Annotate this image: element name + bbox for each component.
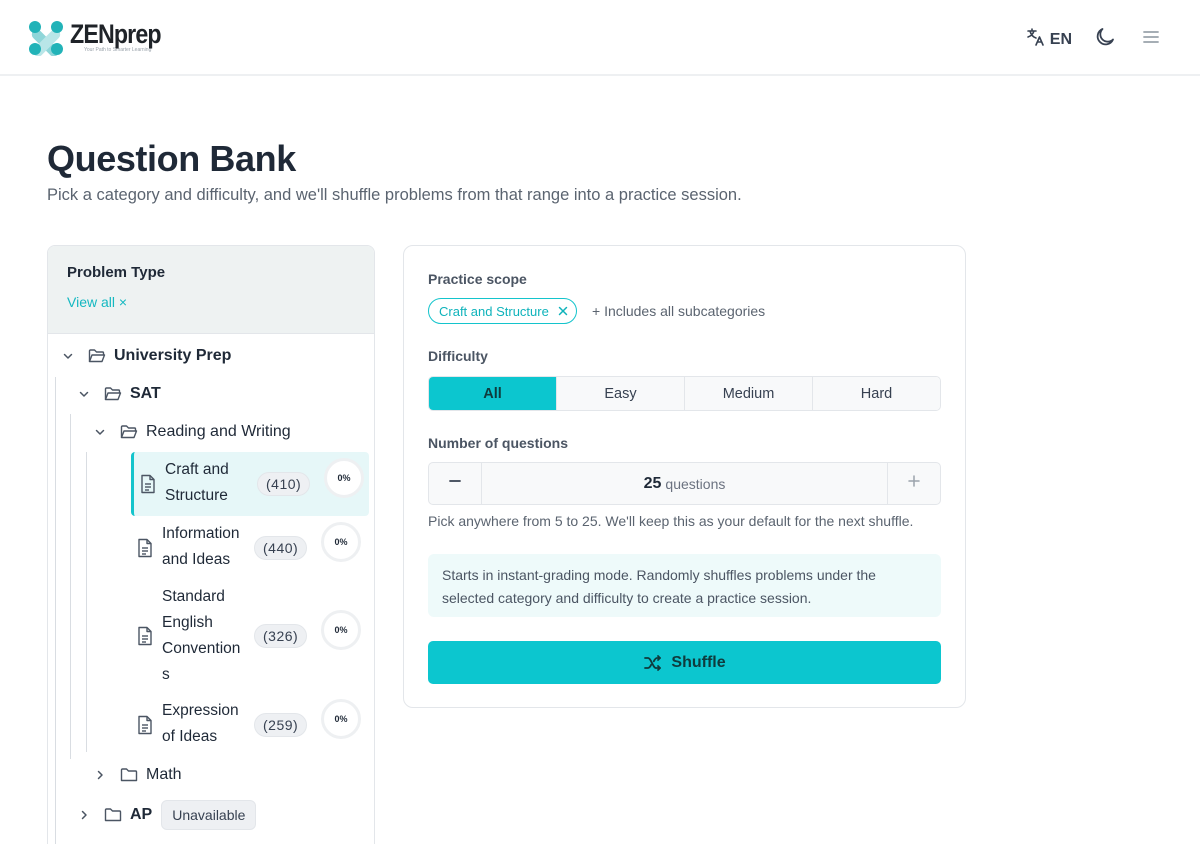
- close-icon[interactable]: [558, 306, 568, 316]
- scope-chip[interactable]: Craft and Structure: [428, 298, 577, 324]
- chevron-down-icon[interactable]: [76, 386, 92, 402]
- moon-icon: [1094, 26, 1116, 53]
- problem-type-sidebar: Problem Type View all × University Prep …: [47, 245, 375, 844]
- translate-icon: [1026, 27, 1050, 52]
- tree-node-math[interactable]: Math: [92, 766, 182, 784]
- tree-node-university-prep[interactable]: University Prep: [60, 347, 231, 365]
- practice-settings-card: Practice scope Craft and Structure + Inc…: [403, 245, 966, 708]
- question-count-hint: Pick anywhere from 5 to 25. We'll keep t…: [428, 513, 914, 529]
- tree-leaf-craft-and-structure[interactable]: Craft and Structure (410) 0%: [131, 452, 369, 516]
- theme-toggle-button[interactable]: [1094, 26, 1116, 53]
- page-title: Question Bank: [47, 138, 296, 179]
- document-icon: [137, 715, 153, 735]
- shuffle-icon: [643, 654, 663, 672]
- chevron-right-icon[interactable]: [92, 767, 108, 783]
- document-icon: [137, 626, 153, 646]
- question-count-value[interactable]: 25 questions: [482, 463, 887, 504]
- logo-wordmark: ZENprep: [70, 19, 162, 49]
- increment-button[interactable]: [887, 463, 940, 504]
- tree-label: Reading and Writing: [146, 423, 291, 440]
- shuffle-label: Shuffle: [671, 653, 726, 671]
- plus-icon: [907, 474, 921, 493]
- folder-open-icon: [88, 348, 106, 364]
- main-menu-button[interactable]: [1142, 28, 1160, 51]
- tree-leaf-information-and-ideas[interactable]: Information and Ideas (440) 0%: [131, 517, 369, 579]
- folder-open-icon: [104, 386, 122, 402]
- practice-scope-label: Practice scope: [428, 271, 527, 287]
- question-count-badge: (410): [257, 472, 311, 496]
- progress-ring: 0%: [321, 699, 361, 739]
- unavailable-badge: Unavailable: [161, 800, 257, 830]
- folder-icon: [120, 767, 138, 783]
- chevron-down-icon[interactable]: [60, 348, 76, 364]
- language-label: EN: [1049, 30, 1072, 48]
- leaf-label: Expression of Ideas: [162, 702, 239, 745]
- chevron-right-icon[interactable]: [76, 807, 92, 823]
- question-count-stepper: 25 questions: [428, 462, 941, 505]
- tree-guide-line: [55, 377, 56, 844]
- difficulty-option-easy[interactable]: Easy: [557, 377, 685, 410]
- question-count-unit: questions: [665, 475, 726, 492]
- folder-icon: [104, 807, 122, 823]
- sidebar-title: Problem Type: [67, 264, 166, 281]
- minus-icon: [448, 474, 462, 493]
- document-icon: [137, 538, 153, 558]
- folder-open-icon: [120, 424, 138, 440]
- tree-label: Math: [146, 766, 182, 783]
- leaf-label: Information and Ideas: [162, 525, 240, 568]
- hamburger-menu-icon: [1142, 28, 1160, 51]
- difficulty-option-all[interactable]: All: [429, 377, 557, 410]
- question-count-badge: (259): [254, 713, 308, 737]
- progress-ring: 0%: [321, 522, 361, 562]
- tree-guide-line: [70, 414, 71, 759]
- chevron-down-icon[interactable]: [92, 424, 108, 440]
- tree-leaf-standard-english-conventions[interactable]: Standard English Convention s (326) 0%: [131, 582, 369, 690]
- document-icon: [140, 474, 156, 494]
- difficulty-option-medium[interactable]: Medium: [685, 377, 813, 410]
- difficulty-option-hard[interactable]: Hard: [813, 377, 940, 410]
- sidebar-header: Problem Type View all ×: [48, 246, 374, 334]
- zenprep-logo-mark-icon: [28, 20, 64, 57]
- leaf-label: Standard English Convention s: [162, 588, 241, 683]
- question-count-badge: (326): [254, 624, 308, 648]
- zenprep-logo[interactable]: ZENprep Your Path to Smarter Learning: [28, 19, 176, 57]
- tree-leaf-expression-of-ideas[interactable]: Expression of Ideas (259) 0%: [131, 696, 369, 754]
- tree-guide-line: [86, 452, 87, 752]
- tree-label: SAT: [130, 385, 161, 402]
- page-subtitle: Pick a category and difficulty, and we'l…: [47, 186, 742, 204]
- difficulty-label: Difficulty: [428, 348, 488, 364]
- top-header: ZENprep Your Path to Smarter Learning EN: [0, 0, 1200, 76]
- scope-note: + Includes all subcategories: [592, 303, 766, 319]
- progress-ring: 0%: [324, 458, 364, 498]
- difficulty-selector: All Easy Medium Hard: [428, 376, 941, 411]
- question-count-label: Number of questions: [428, 435, 569, 451]
- tree-label: University Prep: [114, 347, 232, 364]
- tree-node-ap[interactable]: AP Unavailable: [76, 800, 257, 830]
- tree-node-reading-and-writing[interactable]: Reading and Writing: [92, 423, 291, 441]
- tree-node-sat[interactable]: SAT: [76, 385, 161, 403]
- tree-label: AP: [130, 806, 153, 823]
- shuffle-button[interactable]: Shuffle: [428, 641, 941, 684]
- question-count-number: 25: [643, 474, 662, 492]
- view-all-link[interactable]: View all ×: [67, 294, 127, 310]
- scope-chip-label: Craft and Structure: [439, 303, 549, 319]
- question-count-badge: (440): [254, 536, 308, 560]
- progress-ring: 0%: [321, 610, 361, 650]
- decrement-button[interactable]: [429, 463, 482, 504]
- language-switcher[interactable]: EN: [1026, 27, 1072, 52]
- info-box: Starts in instant-grading mode. Randomly…: [428, 554, 941, 617]
- leaf-label: Craft and Structure: [165, 461, 229, 504]
